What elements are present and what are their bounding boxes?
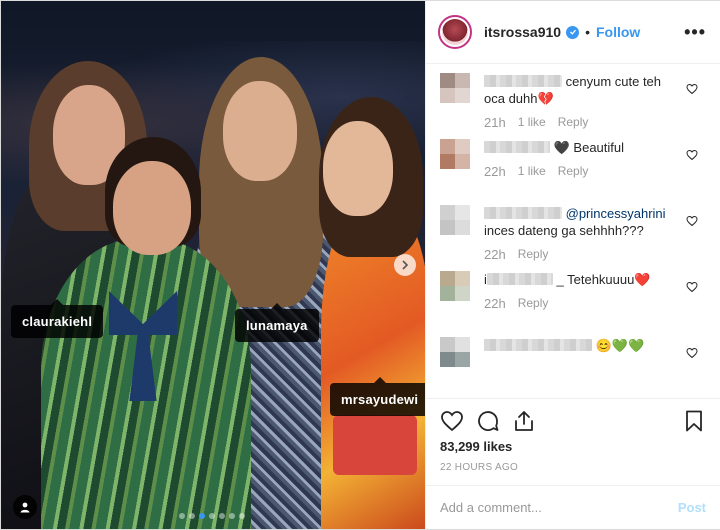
- comment-meta: 22h Reply: [472, 296, 680, 311]
- carousel-indicator: [179, 513, 245, 519]
- comment-avatar[interactable]: [440, 337, 470, 367]
- comment-meta: 22h Reply: [472, 247, 680, 262]
- heart-icon[interactable]: [686, 83, 698, 95]
- likes-count[interactable]: 83,299 likes: [440, 439, 512, 454]
- username[interactable]: itsrossa910: [484, 24, 561, 40]
- reply-button[interactable]: Reply: [518, 296, 549, 311]
- carousel-dot: [239, 513, 245, 519]
- comment-time: 22h: [484, 296, 506, 311]
- more-options-button[interactable]: •••: [684, 22, 706, 43]
- like-button[interactable]: [440, 409, 464, 433]
- share-icon: [515, 410, 533, 431]
- comment-meta: 22h 1 like Reply: [472, 164, 680, 179]
- comment-avatar[interactable]: [440, 73, 470, 103]
- person-4-face: [323, 121, 393, 216]
- comment-item: i _ Tetehkuuuu❤️ 22h Reply: [426, 263, 720, 329]
- comment-item: @princessyahrini inces dateng ga sehhhh?…: [426, 197, 720, 263]
- heart-icon[interactable]: [686, 347, 698, 359]
- user-icon: [20, 502, 30, 513]
- separator: •: [585, 24, 590, 40]
- comment-text: i _ Tetehkuuuu❤️: [484, 272, 651, 287]
- reply-button[interactable]: Reply: [518, 247, 549, 262]
- photo-tag-lunamaya[interactable]: lunamaya: [235, 303, 319, 342]
- comment-icon: [478, 410, 499, 431]
- comment-avatar[interactable]: [440, 271, 470, 301]
- instagram-post: claurakiehl lunamaya mrsayudewi itsrossa…: [0, 0, 720, 530]
- verified-badge-icon: [566, 25, 580, 39]
- comment-avatar[interactable]: [440, 139, 470, 169]
- share-button[interactable]: [512, 409, 536, 433]
- heart-icon[interactable]: [686, 215, 698, 227]
- comment-input[interactable]: [440, 500, 678, 515]
- carousel-dot: [189, 513, 195, 519]
- post-side-panel: itsrossa910 • Follow ••• cenyum cute teh…: [425, 1, 720, 529]
- comments-list[interactable]: cenyum cute teh oca duhh💔 21h 1 like Rep…: [426, 65, 720, 398]
- reply-button[interactable]: Reply: [558, 115, 589, 130]
- bookmark-icon: [686, 410, 702, 431]
- post-date[interactable]: 22 HOURS AGO: [440, 462, 518, 473]
- comment-time: 21h: [484, 115, 506, 130]
- follow-button[interactable]: Follow: [596, 24, 640, 40]
- comment-mention[interactable]: @princessyahrini: [566, 206, 666, 221]
- post-actions: [426, 398, 720, 442]
- post-header: itsrossa910 • Follow •••: [426, 1, 720, 64]
- carousel-dot: [179, 513, 185, 519]
- save-button[interactable]: [682, 409, 706, 433]
- comment-item: cenyum cute teh oca duhh💔 21h 1 like Rep…: [426, 65, 720, 131]
- comment-likes[interactable]: 1 like: [518, 164, 546, 179]
- comment-button[interactable]: [476, 409, 500, 433]
- carousel-dot: [219, 513, 225, 519]
- comment-meta: 21h 1 like Reply: [472, 115, 680, 130]
- avatar[interactable]: [438, 15, 472, 49]
- carousel-dot: [209, 513, 215, 519]
- comment-text: @princessyahrini inces dateng ga sehhhh?…: [484, 206, 666, 238]
- comment-item: 😊💚💚: [426, 329, 720, 395]
- comment-time: 22h: [484, 164, 506, 179]
- heart-icon: [441, 410, 463, 431]
- comment-text: 😊💚💚: [472, 337, 680, 354]
- comment-text: cenyum cute teh oca duhh💔: [484, 74, 662, 106]
- next-photo-button[interactable]: [394, 254, 416, 276]
- photo-tag-claurakiehl[interactable]: claurakiehl: [11, 299, 104, 338]
- reply-button[interactable]: Reply: [558, 164, 589, 179]
- person-3-face: [223, 81, 297, 181]
- carousel-dot: [229, 513, 235, 519]
- comment-time: 22h: [484, 247, 506, 262]
- red-handbag: [333, 415, 417, 475]
- comment-item: 🖤 Beautiful 22h 1 like Reply: [426, 131, 720, 197]
- photo-tag-mrsayudewi[interactable]: mrsayudewi: [330, 377, 425, 416]
- person-2-face: [113, 161, 191, 255]
- add-comment-bar: Post: [426, 485, 720, 529]
- heart-icon[interactable]: [686, 281, 698, 293]
- show-tags-button[interactable]: [13, 495, 37, 519]
- post-comment-button[interactable]: Post: [678, 500, 706, 515]
- post-photo[interactable]: claurakiehl lunamaya mrsayudewi: [1, 1, 425, 529]
- comment-likes[interactable]: 1 like: [518, 115, 546, 130]
- comment-text: 🖤 Beautiful: [472, 139, 680, 156]
- carousel-dot: [199, 513, 205, 519]
- chevron-right-icon: [402, 260, 409, 270]
- comment-avatar[interactable]: [440, 205, 470, 235]
- heart-icon[interactable]: [686, 149, 698, 161]
